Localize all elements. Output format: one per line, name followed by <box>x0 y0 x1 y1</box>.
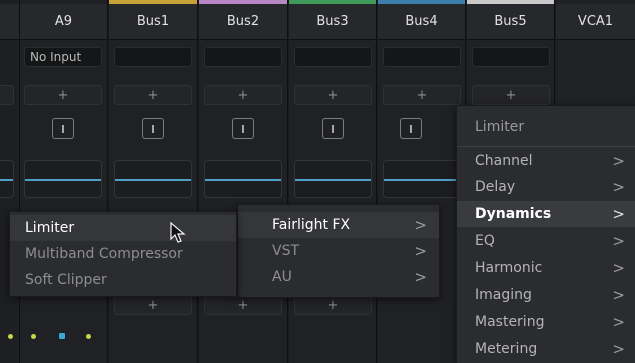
channel-name-vca1[interactable]: VCA1 <box>556 4 635 40</box>
menu-item-soft-clipper[interactable]: Soft Clipper <box>10 267 236 293</box>
channel-header-partial <box>0 4 19 40</box>
eq-curve <box>25 179 101 181</box>
input-selector-bus3[interactable] <box>294 47 372 67</box>
meter-dot <box>31 334 36 339</box>
channel-strip-a9: A9 No Input + <box>20 0 108 363</box>
menu-item-mastering[interactable]: Mastering > <box>457 309 635 335</box>
channel-name-a9[interactable]: A9 <box>20 4 107 40</box>
eq-curve <box>384 179 460 181</box>
chevron-right-icon: > <box>612 286 625 304</box>
chevron-right-icon: > <box>414 216 427 234</box>
channel-name-bus2[interactable]: Bus2 <box>199 4 287 40</box>
chevron-right-icon: > <box>612 205 625 223</box>
channel-name-bus1[interactable]: Bus1 <box>109 4 197 40</box>
menu-item-metering[interactable]: Metering > <box>457 336 635 362</box>
channel-strip-bus3: Bus3 + + <box>289 0 377 363</box>
bypass-icon[interactable] <box>142 118 164 139</box>
add-send-button-bus3[interactable]: + <box>294 295 372 315</box>
menu-item-au[interactable]: AU > <box>238 264 439 290</box>
channel-strip-bus4: Bus4 + <box>378 0 466 363</box>
eq-curve <box>295 179 371 181</box>
eq-thumbnail-bus3[interactable] <box>294 160 372 198</box>
add-insert-button-bus5[interactable]: + <box>472 85 550 105</box>
bypass-icon[interactable] <box>232 118 254 139</box>
input-selector-a9[interactable]: No Input <box>24 47 102 67</box>
eq-curve <box>205 179 281 181</box>
channel-strip-partial <box>0 0 20 363</box>
fx-source-menu: Fairlight FX > VST > AU > <box>237 204 440 298</box>
chevron-right-icon: > <box>612 313 625 331</box>
menu-item-harmonic[interactable]: Harmonic > <box>457 255 635 281</box>
add-insert-button-partial[interactable] <box>0 85 14 105</box>
chevron-right-icon: > <box>612 178 625 196</box>
chevron-right-icon: > <box>612 152 625 170</box>
menu-item-delay[interactable]: Delay > <box>457 174 635 200</box>
menu-separator <box>457 146 635 147</box>
add-insert-button-bus1[interactable]: + <box>114 85 192 105</box>
menu-item-eq[interactable]: EQ > <box>457 228 635 254</box>
add-send-button-bus1[interactable]: + <box>114 295 192 315</box>
channel-name-bus5[interactable]: Bus5 <box>467 4 554 40</box>
meter-dot <box>59 333 65 339</box>
menu-item-vst[interactable]: VST > <box>238 238 439 264</box>
chevron-right-icon: > <box>414 268 427 286</box>
menu-item-imaging[interactable]: Imaging > <box>457 282 635 308</box>
input-selector-bus5[interactable] <box>472 47 550 67</box>
effects-category-menu: Limiter Channel > Delay > Dynamics > EQ … <box>456 105 635 363</box>
dynamics-plugin-menu: Limiter Multiband Compressor Soft Clippe… <box>9 211 237 297</box>
channel-strip-bus2: Bus2 + + <box>199 0 288 363</box>
add-insert-button-bus4[interactable]: + <box>383 85 461 105</box>
meter-dot <box>86 334 91 339</box>
add-send-button-bus2[interactable]: + <box>204 295 282 315</box>
menu-header: Limiter <box>475 119 525 135</box>
channel-name-bus3[interactable]: Bus3 <box>289 4 376 40</box>
mouse-cursor-icon <box>170 222 186 243</box>
input-selector-bus4[interactable] <box>383 47 461 67</box>
add-insert-button-bus3[interactable]: + <box>294 85 372 105</box>
eq-thumbnail-bus4[interactable] <box>383 160 461 198</box>
eq-thumbnail-a9[interactable] <box>24 160 102 198</box>
channel-name-bus4[interactable]: Bus4 <box>378 4 465 40</box>
menu-item-dynamics[interactable]: Dynamics > <box>457 201 635 227</box>
input-selector-bus2[interactable] <box>204 47 282 67</box>
chevron-right-icon: > <box>612 232 625 250</box>
menu-item-limiter[interactable]: Limiter <box>10 215 236 241</box>
menu-item-channel[interactable]: Channel > <box>457 148 635 174</box>
chevron-right-icon: > <box>612 259 625 277</box>
chevron-right-icon: > <box>414 242 427 260</box>
eq-curve <box>115 179 191 181</box>
meter-dot <box>8 334 13 339</box>
add-insert-button-bus2[interactable]: + <box>204 85 282 105</box>
menu-item-multiband-compressor[interactable]: Multiband Compressor <box>10 241 236 267</box>
eq-thumbnail-bus1[interactable] <box>114 160 192 198</box>
channel-strip-bus1: Bus1 + + <box>109 0 198 363</box>
add-insert-button-a9[interactable]: + <box>24 85 102 105</box>
eq-thumbnail-bus2[interactable] <box>204 160 282 198</box>
menu-item-fairlight-fx[interactable]: Fairlight FX > <box>238 212 439 238</box>
chevron-right-icon: > <box>612 340 625 358</box>
eq-curve <box>0 179 13 181</box>
eq-thumbnail-partial[interactable] <box>0 160 14 198</box>
bypass-icon[interactable] <box>52 118 74 139</box>
bypass-icon[interactable] <box>400 118 422 139</box>
input-selector-bus1[interactable] <box>114 47 192 67</box>
bypass-icon[interactable] <box>322 118 344 139</box>
